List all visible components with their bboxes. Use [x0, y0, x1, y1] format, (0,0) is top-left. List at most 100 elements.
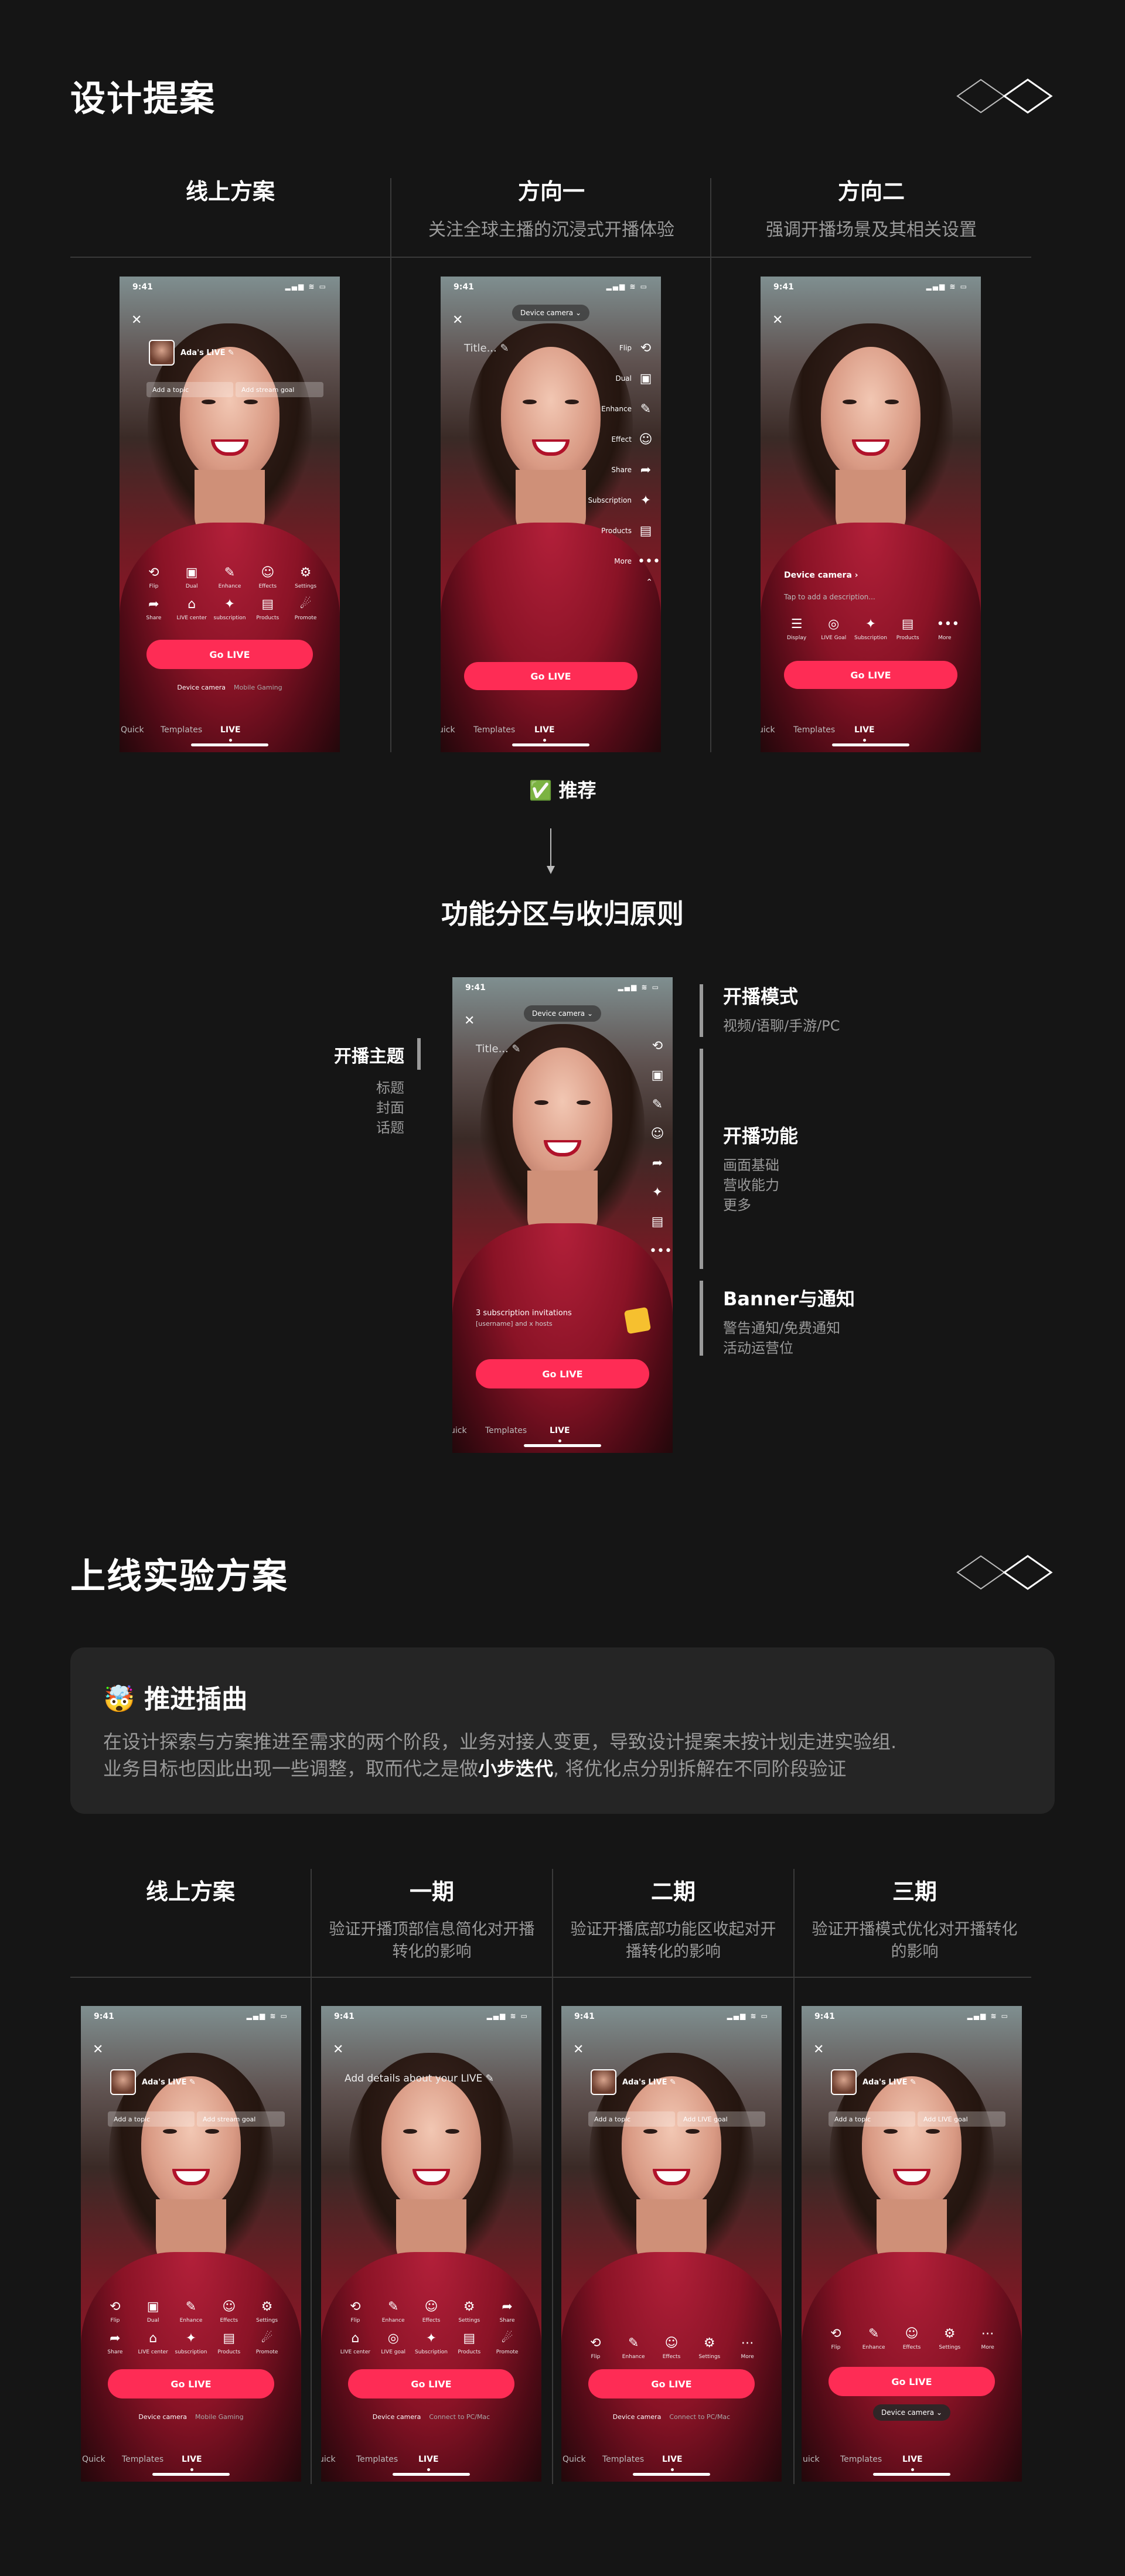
- device-camera-option[interactable]: Device camera: [177, 684, 226, 691]
- mobile-gaming-option[interactable]: Mobile Gaming: [234, 684, 282, 691]
- flip-button[interactable]: ⟲ Flip: [817, 2326, 855, 2350]
- tab-templates[interactable]: Templates: [356, 2455, 398, 2464]
- go-live-button[interactable]: Go LIVE: [829, 2367, 995, 2396]
- add-topic-pill[interactable]: Add a topic: [588, 2111, 675, 2127]
- close-icon[interactable]: ✕: [813, 2042, 824, 2057]
- tab-templates[interactable]: Templates: [473, 725, 515, 735]
- dual-button[interactable]: ▣ Dual: [173, 565, 211, 589]
- tab-templates[interactable]: Templates: [122, 2455, 163, 2464]
- go-live-button[interactable]: Go LIVE: [146, 640, 313, 669]
- flip-button[interactable]: ⟲ Flip: [336, 2299, 374, 2323]
- device-camera-link[interactable]: Device camera ›: [784, 571, 858, 580]
- close-icon[interactable]: ✕: [452, 313, 463, 327]
- avatar[interactable]: [149, 340, 175, 366]
- effects-button[interactable]: ☺ Effects: [248, 565, 287, 589]
- sidebar-item-more[interactable]: •••: [642, 1236, 672, 1265]
- tab-templates[interactable]: Templates: [602, 2455, 644, 2464]
- settings-button[interactable]: ⚙ Settings: [690, 2335, 728, 2360]
- live-center-button[interactable]: ⌂ LIVE center: [134, 2331, 172, 2355]
- promote-button[interactable]: ☄ Promote: [287, 596, 325, 621]
- settings-button[interactable]: ⚙ Settings: [248, 2299, 286, 2323]
- go-live-button[interactable]: Go LIVE: [108, 2369, 274, 2398]
- more-button[interactable]: ⋯ More: [728, 2335, 766, 2360]
- sidebar-item-share[interactable]: Share ➦: [572, 455, 654, 485]
- subscription-banner[interactable]: 3 subscription invitations [username] an…: [476, 1306, 652, 1344]
- dual-button[interactable]: ▣ Dual: [134, 2299, 172, 2323]
- flip-button[interactable]: ⟲ Flip: [135, 565, 173, 589]
- close-icon[interactable]: ✕: [464, 1014, 475, 1028]
- enhance-button[interactable]: ✎ Enhance: [855, 2326, 893, 2350]
- avatar[interactable]: [591, 2069, 616, 2095]
- more-button[interactable]: ⋯ More: [969, 2326, 1007, 2350]
- sidebar-item-share[interactable]: ➦: [642, 1148, 666, 1178]
- sidebar-item-enhance[interactable]: Enhance ✎: [572, 394, 654, 424]
- products-button[interactable]: ▤ Products: [210, 2331, 248, 2355]
- promote-button[interactable]: ☄ Promote: [248, 2331, 286, 2355]
- add-goal-pill[interactable]: Add stream goal: [236, 382, 323, 397]
- enhance-button[interactable]: ✎ Enhance: [211, 565, 249, 589]
- sidebar-item-dual[interactable]: Dual ▣: [572, 363, 654, 394]
- tab-live[interactable]: LIVE: [418, 2455, 439, 2471]
- live-goal-button[interactable]: ◎ LIVE goal: [374, 2331, 412, 2355]
- sidebar-item-products[interactable]: Products ▤: [572, 516, 654, 546]
- sidebar-item-subscription[interactable]: ✦: [642, 1178, 666, 1207]
- host-info[interactable]: Ada's LIVE ✎: [831, 2069, 916, 2095]
- effects-button[interactable]: ☺ Effects: [893, 2326, 931, 2350]
- subscription-button[interactable]: ✦ subscription: [211, 596, 249, 621]
- mobile-gaming-option[interactable]: Mobile Gaming: [195, 2413, 244, 2421]
- close-icon[interactable]: ✕: [333, 2042, 343, 2057]
- tab-live[interactable]: LIVE: [220, 725, 241, 742]
- tab-live[interactable]: LIVE: [854, 725, 875, 742]
- subscription-button[interactable]: ✦ Subscription: [852, 616, 889, 641]
- enhance-button[interactable]: ✎ Enhance: [172, 2299, 210, 2323]
- subscription-button[interactable]: ✦ subscription: [172, 2331, 210, 2355]
- close-icon[interactable]: ✕: [93, 2042, 103, 2057]
- settings-button[interactable]: ⚙ Settings: [450, 2299, 488, 2323]
- tab-quick[interactable]: Quick: [82, 2455, 105, 2464]
- add-goal-pill[interactable]: Add stream goal: [197, 2111, 285, 2127]
- effects-button[interactable]: ☺ Effects: [412, 2299, 451, 2323]
- sidebar-item-enhance[interactable]: ✎: [642, 1090, 666, 1119]
- tab-templates[interactable]: Templates: [485, 1426, 527, 1435]
- tab-live[interactable]: LIVE: [534, 725, 555, 742]
- display-button[interactable]: ☰ Display: [778, 616, 815, 641]
- tab-templates[interactable]: Templates: [161, 725, 202, 735]
- tab-quick[interactable]: uick: [803, 2455, 820, 2464]
- device-camera-chip[interactable]: Device camera ⌄: [872, 2404, 951, 2421]
- tab-live[interactable]: LIVE: [902, 2455, 923, 2471]
- go-live-button[interactable]: Go LIVE: [464, 662, 638, 690]
- tab-quick[interactable]: uick: [321, 2455, 336, 2464]
- device-camera-chip[interactable]: Device camera ⌄: [523, 1005, 602, 1022]
- connect-pc-option[interactable]: Connect to PC/Mac: [429, 2413, 490, 2421]
- more-button[interactable]: ••• More: [926, 616, 963, 641]
- add-topic-pill[interactable]: Add a topic: [108, 2111, 195, 2127]
- promote-button[interactable]: ☄ Promote: [488, 2331, 526, 2355]
- tab-templates[interactable]: Templates: [840, 2455, 882, 2464]
- close-icon[interactable]: ✕: [772, 313, 783, 327]
- products-button[interactable]: ▤ Products: [450, 2331, 488, 2355]
- settings-button[interactable]: ⚙ Settings: [930, 2326, 969, 2350]
- add-goal-pill[interactable]: Add LIVE goal: [918, 2111, 1005, 2127]
- avatar[interactable]: [110, 2069, 136, 2095]
- sidebar-item-subscription[interactable]: Subscription ✦: [572, 485, 654, 516]
- host-info[interactable]: Ada's LIVE ✎: [110, 2069, 196, 2095]
- go-live-button[interactable]: Go LIVE: [588, 2369, 755, 2398]
- connect-pc-option[interactable]: Connect to PC/Mac: [669, 2413, 730, 2421]
- tab-quick[interactable]: uick: [441, 725, 455, 735]
- enhance-button[interactable]: ✎ Enhance: [374, 2299, 412, 2323]
- tab-quick[interactable]: uick: [761, 725, 775, 735]
- details-input[interactable]: Add details about your LIVE ✎: [345, 2073, 494, 2084]
- live-center-button[interactable]: ⌂ LIVE center: [173, 596, 211, 621]
- tab-live[interactable]: LIVE: [550, 1426, 570, 1442]
- flip-button[interactable]: ⟲ Flip: [577, 2335, 615, 2360]
- sidebar-item-products[interactable]: ▤: [642, 1207, 666, 1236]
- close-icon[interactable]: ✕: [573, 2042, 584, 2057]
- share-button[interactable]: ➦ Share: [96, 2331, 134, 2355]
- sidebar-item-flip[interactable]: ⟲: [642, 1031, 666, 1060]
- sidebar-item-effect[interactable]: ☺: [642, 1119, 666, 1148]
- effects-button[interactable]: ☺ Effects: [653, 2335, 691, 2360]
- add-goal-pill[interactable]: Add LIVE goal: [677, 2111, 765, 2127]
- subscription-button[interactable]: ✦ Subscription: [412, 2331, 451, 2355]
- tab-quick[interactable]: Quick: [562, 2455, 586, 2464]
- go-live-button[interactable]: Go LIVE: [476, 1359, 649, 1388]
